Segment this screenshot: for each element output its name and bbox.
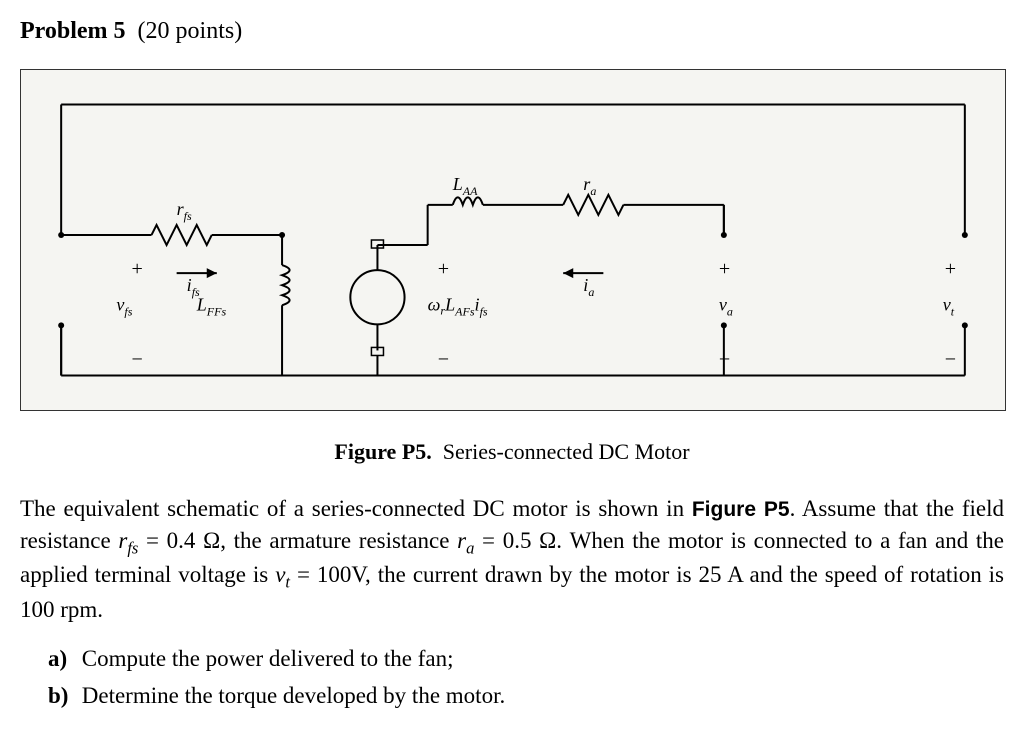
figure-container: rfs ifs + vfs − LFFs bbox=[20, 69, 1004, 469]
label-va: va bbox=[719, 294, 733, 318]
question-b-label: b) bbox=[48, 680, 76, 712]
minus-vfs: − bbox=[131, 348, 142, 370]
problem-points: (20 points) bbox=[138, 18, 243, 44]
circuit-diagram: rfs ifs + vfs − LFFs bbox=[20, 69, 1006, 411]
label-rfs: rfs bbox=[177, 198, 192, 222]
caption-text: Series-connected DC Motor bbox=[443, 439, 690, 464]
label-laa: LAA bbox=[452, 173, 478, 197]
question-a-text: Compute the power delivered to the fan; bbox=[82, 646, 454, 671]
plus-vfs: + bbox=[131, 258, 142, 280]
minus-emf: − bbox=[438, 348, 449, 370]
question-b: b) Determine the torque developed by the… bbox=[48, 680, 1004, 712]
plus-vt: + bbox=[945, 258, 956, 280]
minus-vt: − bbox=[945, 348, 956, 370]
problem-number: Problem 5 bbox=[20, 18, 126, 44]
label-vfs: vfs bbox=[116, 294, 132, 318]
question-a-label: a) bbox=[48, 643, 76, 675]
label-ia: ia bbox=[583, 275, 594, 299]
label-vt: vt bbox=[943, 294, 955, 318]
questions-list: a) Compute the power delivered to the fa… bbox=[48, 643, 1004, 711]
plus-emf: + bbox=[438, 258, 449, 280]
figure-caption: Figure P5. Series-connected DC Motor bbox=[20, 437, 1004, 468]
label-ra: ra bbox=[583, 173, 596, 197]
figure-reference: Figure P5 bbox=[692, 498, 790, 521]
minus-va: − bbox=[719, 348, 730, 370]
question-b-text: Determine the torque developed by the mo… bbox=[82, 683, 505, 708]
label-emf: ωrLAFsifs bbox=[428, 294, 488, 318]
label-lffs: LFFs bbox=[196, 294, 227, 318]
problem-header: Problem 5 (20 points) bbox=[20, 15, 1004, 49]
caption-label: Figure P5. bbox=[334, 439, 431, 464]
plus-va: + bbox=[719, 258, 730, 280]
problem-statement: The equivalent schematic of a series-con… bbox=[20, 493, 1004, 625]
question-a: a) Compute the power delivered to the fa… bbox=[48, 643, 1004, 675]
